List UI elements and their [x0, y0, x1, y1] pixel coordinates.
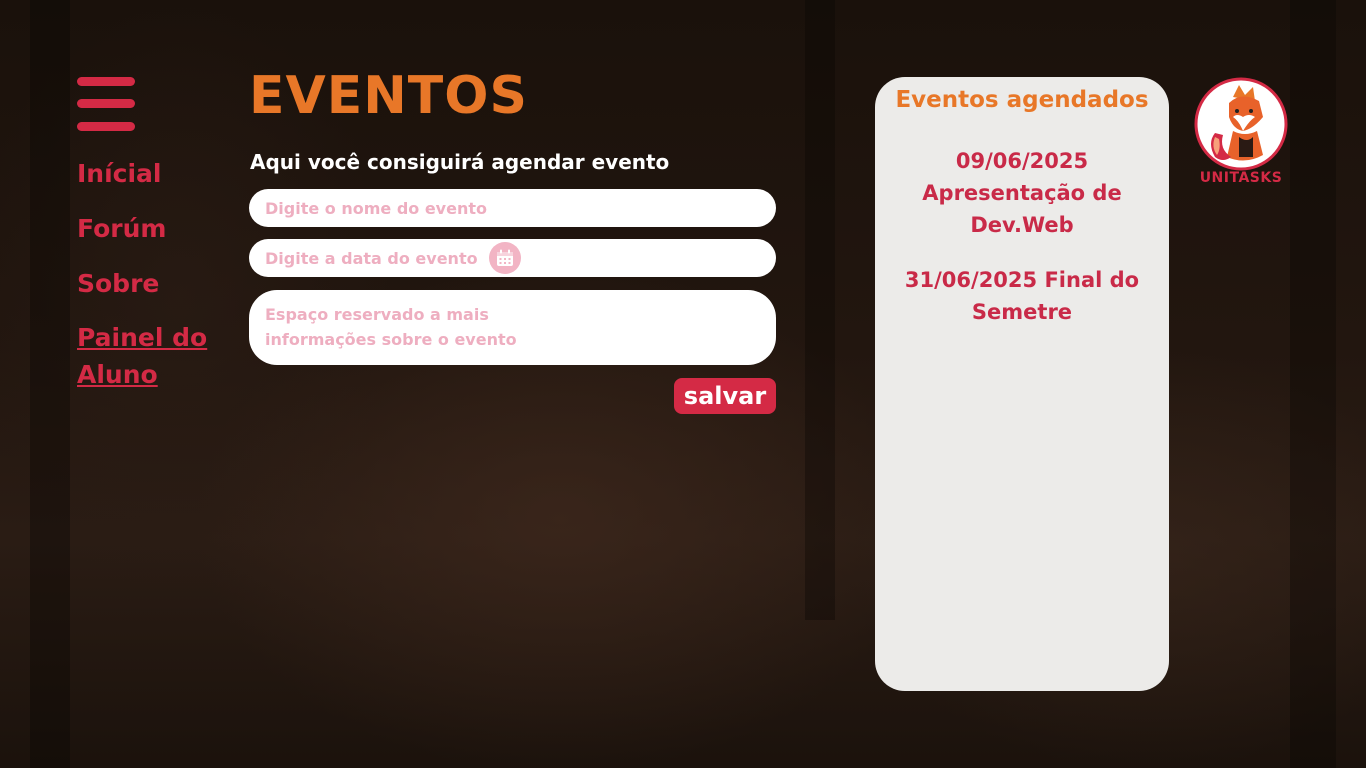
save-button[interactable]: salvar [674, 378, 776, 414]
scheduled-event-item: 09/06/2025 Apresentação de Dev.Web [922, 149, 1122, 237]
scheduled-events-panel: Eventos agendados 09/06/2025 Apresentaçã… [875, 77, 1169, 691]
background-tree [805, 0, 835, 620]
unitasks-logo: UNITASKS [1193, 77, 1289, 189]
event-info-field [249, 290, 776, 365]
page-title: EVENTOS [249, 66, 528, 126]
scheduled-events-title: Eventos agendados [895, 87, 1149, 113]
event-name-input[interactable] [263, 197, 762, 219]
scheduled-event-item: 31/06/2025 Final do Semetre [904, 268, 1140, 324]
logo-text: UNITASKS [1199, 170, 1283, 186]
page-subtitle: Aqui você consiguirá agendar evento [250, 150, 670, 174]
nav-item-inicial[interactable]: Inícial [77, 155, 162, 192]
background-tree [30, 0, 70, 768]
fox-logo-icon [1194, 77, 1288, 171]
event-info-textarea[interactable] [265, 302, 535, 354]
nav-item-forum[interactable]: Forúm [77, 210, 166, 247]
nav-item-sobre[interactable]: Sobre [77, 265, 159, 302]
background-tree [1290, 0, 1336, 768]
menu-icon[interactable] [77, 77, 135, 131]
nav-item-painel-do-aluno[interactable]: Painel do Aluno [77, 319, 227, 393]
calendar-icon[interactable] [489, 242, 521, 274]
event-date-field [249, 239, 776, 277]
event-name-field [249, 189, 776, 227]
event-date-input[interactable] [263, 247, 485, 269]
